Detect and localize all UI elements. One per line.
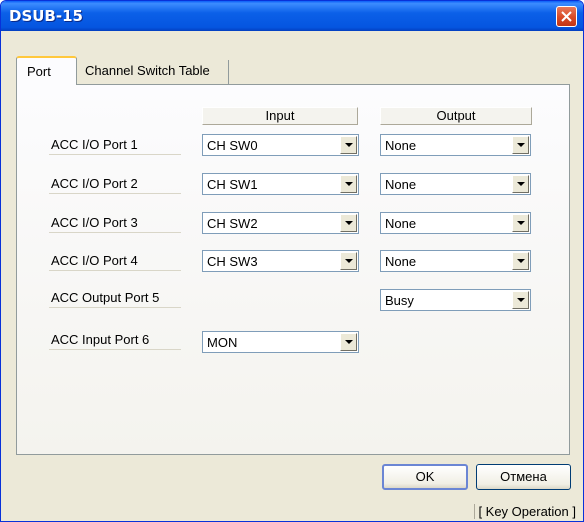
tab-channel-switch-table-label: Channel Switch Table [85, 63, 210, 78]
port-1-input-value: CH SW0 [207, 138, 258, 153]
port-2-input-value: CH SW1 [207, 177, 258, 192]
dialog-window: DSUB-15 Port Channel Switch Table Input … [0, 0, 584, 522]
dropdown-arrow-icon[interactable] [512, 136, 529, 154]
input-column-header: Input [202, 107, 358, 125]
port-6-input-select[interactable]: MON [202, 331, 359, 353]
port-5-label: ACC Output Port 5 [49, 288, 181, 308]
port-3-label: ACC I/O Port 3 [49, 213, 181, 233]
port-2-input-select[interactable]: CH SW1 [202, 173, 359, 195]
dropdown-arrow-icon[interactable] [340, 136, 357, 154]
tab-port-label: Port [27, 64, 51, 79]
port-1-output-select[interactable]: None [380, 134, 531, 156]
cancel-button[interactable]: Отмена [476, 464, 571, 490]
port-4-input-select[interactable]: CH SW3 [202, 250, 359, 272]
port-4-label: ACC I/O Port 4 [49, 251, 181, 271]
status-text: [ Key Operation ] [474, 504, 579, 519]
dropdown-arrow-icon[interactable] [512, 252, 529, 270]
close-button[interactable] [556, 6, 577, 27]
port-6-label: ACC Input Port 6 [49, 330, 181, 350]
port-2-label: ACC I/O Port 2 [49, 174, 181, 194]
port-4-output-value: None [385, 254, 417, 269]
port-2-output-value: None [385, 177, 417, 192]
port-3-input-select[interactable]: CH SW2 [202, 212, 359, 234]
status-bar: [ Key Operation ] [1, 497, 583, 521]
dropdown-arrow-icon[interactable] [340, 175, 357, 193]
tab-channel-switch-table[interactable]: Channel Switch Table [77, 60, 229, 84]
dropdown-arrow-icon[interactable] [512, 291, 529, 309]
port-5-output-select[interactable]: Busy [380, 289, 531, 311]
dropdown-arrow-icon[interactable] [512, 214, 529, 232]
dropdown-arrow-icon[interactable] [340, 252, 357, 270]
port-4-input-value: CH SW3 [207, 254, 258, 269]
port-1-label: ACC I/O Port 1 [49, 135, 181, 155]
port-3-input-value: CH SW2 [207, 216, 258, 231]
dropdown-arrow-icon[interactable] [340, 214, 357, 232]
port-1-output-value: None [385, 138, 417, 153]
port-3-output-value: None [385, 216, 417, 231]
title-bar[interactable]: DSUB-15 [1, 1, 583, 31]
port-6-input-value: MON [207, 335, 238, 350]
close-icon [561, 11, 572, 22]
port-4-output-select[interactable]: None [380, 250, 531, 272]
port-5-output-value: Busy [385, 293, 414, 308]
window-title: DSUB-15 [9, 7, 83, 25]
port-3-output-select[interactable]: None [380, 212, 531, 234]
ok-button[interactable]: OK [382, 464, 468, 490]
tab-port[interactable]: Port [16, 56, 77, 85]
dropdown-arrow-icon[interactable] [512, 175, 529, 193]
dropdown-arrow-icon[interactable] [340, 333, 357, 351]
port-2-output-select[interactable]: None [380, 173, 531, 195]
output-column-header: Output [380, 107, 532, 125]
port-1-input-select[interactable]: CH SW0 [202, 134, 359, 156]
